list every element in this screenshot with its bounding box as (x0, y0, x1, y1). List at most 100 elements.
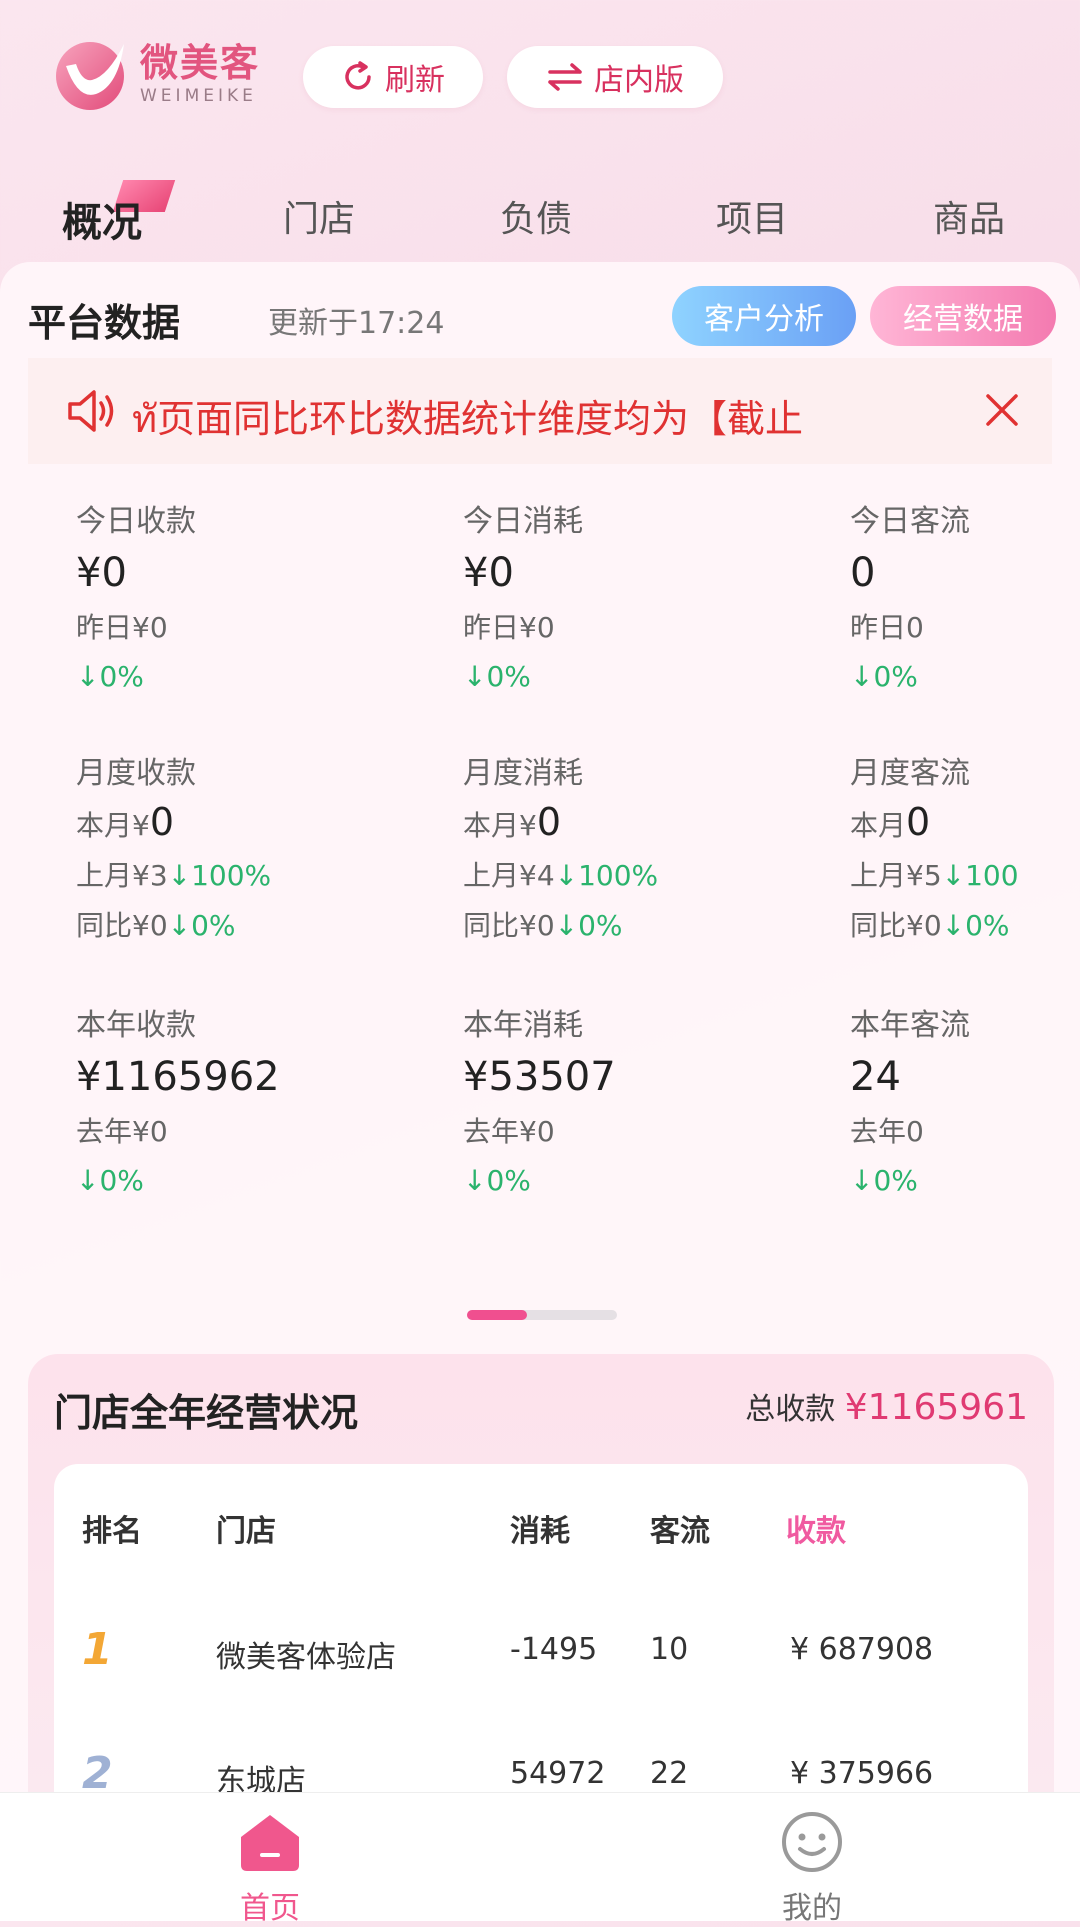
stat-last-month: 上月¥4↓100% (463, 854, 793, 894)
stat-current: 本月¥0 (76, 800, 406, 844)
nav-mine[interactable]: 我的 (732, 1811, 892, 1927)
tab-stores[interactable]: 门店 (283, 190, 355, 242)
stat-year-revenue: 本年收款 ¥1165962 去年¥0 ↓0% (76, 1000, 406, 1197)
stat-last-value: 上月¥5 (850, 859, 942, 892)
stat-last-change: ↓100 (941, 859, 1019, 892)
stat-label: 月度客流 (850, 756, 970, 791)
business-data-button[interactable]: 经营数据 (870, 286, 1056, 346)
stat-yoy-change: ↓0% (941, 909, 1010, 942)
stat-prev: 去年¥0 (463, 1115, 555, 1148)
stat-current-value: 0 (149, 800, 175, 844)
stat-change: ↓0% (463, 1164, 531, 1197)
stat-change: ↓0% (850, 660, 918, 693)
stat-today-traffic: 今日客流 0 昨日0 ↓0% (850, 496, 1070, 693)
col-traffic[interactable]: 客流 (650, 1506, 710, 1550)
stat-label: 今日收款 (76, 504, 196, 539)
stat-prev: 昨日¥0 (463, 611, 555, 644)
stat-label: 月度收款 (76, 756, 196, 791)
logo-en: WEIMEIKE (140, 85, 257, 106)
tab-overview[interactable]: 概况 (62, 190, 142, 248)
swap-arrows-icon (548, 63, 582, 91)
update-time: 更新于17:24 (268, 306, 445, 341)
stat-current: 本月¥0 (463, 800, 793, 844)
stat-year-consume: 本年消耗 ¥53507 去年¥0 ↓0% (463, 1000, 793, 1197)
stat-change: ↓0% (463, 660, 531, 693)
instore-version-button[interactable]: 店内版 (507, 46, 723, 108)
stat-yoy: 同比¥0↓0% (76, 904, 406, 944)
total-value: ¥1165961 (844, 1387, 1028, 1428)
stat-change: ↓0% (850, 1164, 918, 1197)
stat-current-prefix: 本月¥ (463, 809, 537, 842)
stat-change: ↓0% (76, 1164, 144, 1197)
stat-prev: 去年¥0 (76, 1115, 168, 1148)
refresh-icon (345, 61, 371, 90)
stat-value: ¥1165962 (76, 1054, 280, 1100)
total-label: 总收款 (745, 1392, 836, 1427)
store-consume: -1495 (510, 1632, 598, 1667)
store-annual-section: 门店全年经营状况 总收款 ¥1165961 排名 门店 消耗 客流 收款 1 微… (28, 1354, 1054, 1799)
stat-month-consume: 月度消耗 本月¥0 上月¥4↓100% 同比¥0↓0% (463, 748, 793, 944)
store-revenue: ¥ 687908 (790, 1632, 934, 1667)
stat-today-revenue: 今日收款 ¥0 昨日¥0 ↓0% (76, 496, 406, 693)
col-consume[interactable]: 消耗 (510, 1506, 570, 1550)
stat-prev: 昨日¥0 (76, 611, 168, 644)
instore-label: 店内版 (594, 63, 684, 98)
speaker-icon (68, 390, 114, 432)
tab-products[interactable]: 商品 (933, 190, 1005, 242)
refresh-label: 刷新 (385, 63, 445, 98)
store-consume: 54972 (510, 1756, 606, 1791)
app-header: 微美客 WEIMEIKE 刷新 店内版 (0, 0, 1080, 160)
stat-value: ¥0 (463, 550, 514, 596)
nav-mine-label: 我的 (782, 1891, 842, 1926)
store-total-revenue: 总收款 ¥1165961 (745, 1384, 1028, 1428)
stat-current-value: 0 (536, 800, 562, 844)
stat-prev: 昨日0 (850, 611, 924, 644)
tab-projects[interactable]: 项目 (716, 190, 788, 242)
app-logo: 微美客 WEIMEIKE (48, 34, 268, 114)
stat-current-value: 0 (906, 800, 931, 844)
stat-current-prefix: 本月 (850, 809, 907, 842)
stat-label: 月度消耗 (463, 756, 583, 791)
stat-yoy-value: 同比¥0 (850, 909, 942, 942)
nav-home-label: 首页 (240, 1891, 300, 1926)
stat-value: ¥53507 (463, 1054, 616, 1100)
customer-analysis-button[interactable]: 客户分析 (672, 286, 856, 346)
home-icon (241, 1815, 299, 1871)
tab-liabilities[interactable]: 负债 (500, 190, 572, 242)
stat-value: 24 (850, 1054, 901, 1100)
stat-yoy: 同比¥0↓0% (463, 904, 793, 944)
close-icon[interactable] (980, 388, 1024, 432)
stat-last-change: ↓100% (554, 859, 659, 892)
stat-current: 本月0 (850, 800, 1075, 844)
store-traffic: 10 (650, 1632, 689, 1667)
logo-cn: 微美客 (140, 40, 261, 85)
stat-change: ↓0% (76, 660, 144, 693)
store-revenue: ¥ 375966 (790, 1756, 934, 1791)
stat-year-traffic: 本年客流 24 去年0 ↓0% (850, 1000, 1070, 1197)
stat-current-prefix: 本月¥ (76, 809, 150, 842)
pager-active-indicator (467, 1310, 527, 1320)
stat-yoy-change: ↓0% (167, 909, 236, 942)
refresh-button[interactable]: 刷新 (303, 46, 483, 108)
stat-label: 本年客流 (850, 1008, 970, 1043)
stat-label: 本年消耗 (463, 1008, 583, 1043)
table-row[interactable]: 1 微美客体验店 -1495 10 ¥ 687908 (54, 1624, 1028, 1712)
store-traffic: 22 (650, 1756, 689, 1791)
col-revenue[interactable]: 收款 (786, 1506, 846, 1550)
nav-home[interactable]: 首页 (190, 1811, 350, 1927)
stat-label: 本年收款 (76, 1008, 196, 1043)
stat-month-revenue: 月度收款 本月¥0 上月¥3↓100% 同比¥0↓0% (76, 748, 406, 944)
stat-last-month: 上月¥5↓100 (850, 854, 1075, 894)
store-section-title: 门店全年经营状况 (54, 1391, 359, 1435)
stat-yoy-value: 同比¥0 (76, 909, 168, 942)
stat-yoy: 同比¥0↓0% (850, 904, 1075, 944)
notice-bar: ทั页面同比环比数据统计维度均为【截止 (28, 358, 1052, 464)
stat-today-consume: 今日消耗 ¥0 昨日¥0 ↓0% (463, 496, 793, 693)
stat-label: 今日客流 (850, 504, 970, 539)
stat-last-change: ↓100% (167, 859, 272, 892)
stat-month-traffic: 月度客流 本月0 上月¥5↓100 同比¥0↓0% (850, 748, 1075, 944)
stat-last-value: 上月¥4 (463, 859, 555, 892)
carousel-pager[interactable] (467, 1310, 617, 1320)
rank-badge: 1 (82, 1624, 113, 1675)
bottom-navigation: 首页 我的 (0, 1792, 1080, 1926)
